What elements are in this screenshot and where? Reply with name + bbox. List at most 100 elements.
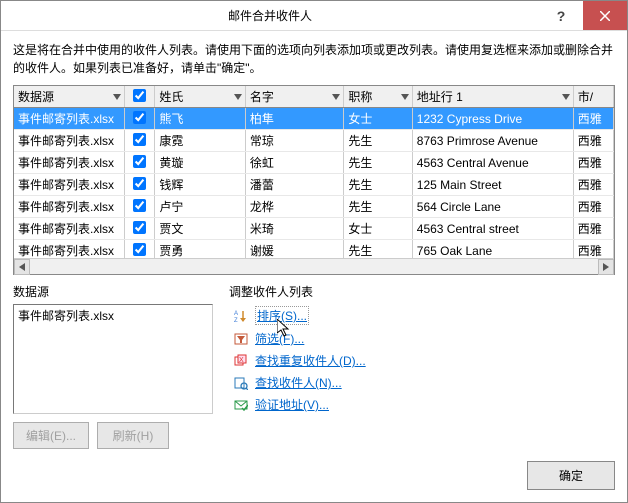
cell-firstname: 米琦 — [245, 218, 344, 240]
dialog-footer: 确定 — [1, 461, 627, 502]
cell-address: 1232 Cypress Drive — [412, 108, 573, 130]
recipient-table: 数据源 姓氏 名字 职称 地址行 1 市/ 事件邮寄列表.xlsx熊飞柏隼女士1… — [14, 86, 614, 258]
row-checkbox[interactable] — [133, 177, 146, 190]
cell-city: 西雅 — [573, 196, 613, 218]
col-header-lastname[interactable]: 姓氏 — [155, 86, 246, 108]
row-checkbox[interactable] — [133, 243, 146, 256]
col-header-firstname[interactable]: 名字 — [245, 86, 344, 108]
filter-action[interactable]: 筛选(F)... — [233, 330, 615, 347]
col-header-source-label: 数据源 — [18, 90, 54, 104]
col-header-source[interactable]: 数据源 — [14, 86, 125, 108]
cell-city: 西雅 — [573, 108, 613, 130]
sort-action[interactable]: AZ 排序(S)... — [233, 306, 615, 325]
table-row[interactable]: 事件邮寄列表.xlsx贾勇谢媛先生765 Oak Lane西雅 — [14, 240, 614, 259]
table-row[interactable]: 事件邮寄列表.xlsx康霓常琼先生8763 Primrose Avenue西雅 — [14, 130, 614, 152]
cell-check — [125, 108, 155, 130]
cell-lastname: 康霓 — [155, 130, 246, 152]
cell-firstname: 常琼 — [245, 130, 344, 152]
cell-source: 事件邮寄列表.xlsx — [14, 108, 125, 130]
table-row[interactable]: 事件邮寄列表.xlsx贾文米琦女士4563 Central street西雅 — [14, 218, 614, 240]
validate-action[interactable]: 验证地址(V)... — [233, 396, 615, 413]
sort-link[interactable]: 排序(S)... — [257, 309, 307, 323]
filter-link[interactable]: 筛选(F)... — [255, 330, 304, 347]
close-button[interactable] — [583, 1, 627, 30]
svg-text:A: A — [234, 311, 238, 317]
dialog-content: 这是将在合并中使用的收件人列表。请使用下面的选项向列表添加项或更改列表。请使用复… — [1, 31, 627, 461]
chevron-down-icon[interactable] — [332, 94, 340, 100]
recipient-grid: 数据源 姓氏 名字 职称 地址行 1 市/ 事件邮寄列表.xlsx熊飞柏隼女士1… — [13, 85, 615, 275]
select-all-checkbox[interactable] — [133, 89, 146, 102]
row-checkbox[interactable] — [133, 199, 146, 212]
col-header-city[interactable]: 市/ — [573, 86, 613, 108]
chevron-down-icon[interactable] — [401, 94, 409, 100]
validate-link[interactable]: 验证地址(V)... — [255, 396, 329, 413]
cell-title: 先生 — [344, 152, 412, 174]
cell-lastname: 贾文 — [155, 218, 246, 240]
description-text: 这是将在合并中使用的收件人列表。请使用下面的选项向列表添加项或更改列表。请使用复… — [13, 41, 615, 77]
ok-button[interactable]: 确定 — [527, 461, 615, 490]
actions-list: AZ 排序(S)... 筛选(F)... X 查找重复收件人(D)... 查找收… — [229, 304, 615, 413]
row-checkbox[interactable] — [133, 155, 146, 168]
cell-firstname: 徐虹 — [245, 152, 344, 174]
scroll-track[interactable] — [30, 259, 598, 274]
chevron-down-icon[interactable] — [562, 94, 570, 100]
col-header-check[interactable] — [125, 86, 155, 108]
cell-address: 564 Circle Lane — [412, 196, 573, 218]
row-checkbox[interactable] — [133, 111, 146, 124]
cell-source: 事件邮寄列表.xlsx — [14, 152, 125, 174]
cell-city: 西雅 — [573, 152, 613, 174]
grid-body: 事件邮寄列表.xlsx熊飞柏隼女士1232 Cypress Drive西雅事件邮… — [14, 108, 614, 259]
cell-source: 事件邮寄列表.xlsx — [14, 240, 125, 259]
cell-address: 125 Main Street — [412, 174, 573, 196]
sort-icon: AZ — [233, 308, 249, 324]
validate-icon — [233, 397, 249, 413]
data-source-item[interactable]: 事件邮寄列表.xlsx — [18, 307, 208, 324]
table-row[interactable]: 事件邮寄列表.xlsx熊飞柏隼女士1232 Cypress Drive西雅 — [14, 108, 614, 130]
cell-address: 4563 Central Avenue — [412, 152, 573, 174]
cell-check — [125, 196, 155, 218]
table-row[interactable]: 事件邮寄列表.xlsx卢宁龙桦先生564 Circle Lane西雅 — [14, 196, 614, 218]
filter-icon — [233, 331, 249, 347]
refresh-button[interactable]: 刷新(H) — [97, 422, 169, 449]
svg-text:X: X — [239, 357, 244, 364]
cell-firstname: 潘蕾 — [245, 174, 344, 196]
col-header-city-label: 市/ — [578, 90, 593, 104]
scroll-left-button[interactable] — [14, 259, 30, 275]
chevron-down-icon[interactable] — [113, 94, 121, 100]
find-duplicates-link[interactable]: 查找重复收件人(D)... — [255, 352, 366, 369]
table-row[interactable]: 事件邮寄列表.xlsx钱辉潘蕾先生125 Main Street西雅 — [14, 174, 614, 196]
titlebar: 邮件合并收件人 ? — [1, 1, 627, 31]
data-source-label: 数据源 — [13, 283, 213, 300]
row-checkbox[interactable] — [133, 133, 146, 146]
find-duplicates-action[interactable]: X 查找重复收件人(D)... — [233, 352, 615, 369]
cell-title: 女士 — [344, 108, 412, 130]
cell-address: 8763 Primrose Avenue — [412, 130, 573, 152]
find-icon — [233, 375, 249, 391]
cell-city: 西雅 — [573, 240, 613, 259]
help-button[interactable]: ? — [539, 1, 583, 30]
edit-button[interactable]: 编辑(E)... — [13, 422, 89, 449]
cell-city: 西雅 — [573, 218, 613, 240]
col-header-title-label: 职称 — [348, 90, 372, 104]
col-header-address[interactable]: 地址行 1 — [412, 86, 573, 108]
dialog-window: 邮件合并收件人 ? 这是将在合并中使用的收件人列表。请使用下面的选项向列表添加项… — [0, 0, 628, 503]
cell-check — [125, 174, 155, 196]
find-recipient-link[interactable]: 查找收件人(N)... — [255, 374, 342, 391]
chevron-down-icon[interactable] — [234, 94, 242, 100]
cell-check — [125, 218, 155, 240]
col-header-title[interactable]: 职称 — [344, 86, 412, 108]
svg-text:Z: Z — [234, 318, 238, 323]
data-source-list[interactable]: 事件邮寄列表.xlsx — [13, 304, 213, 414]
data-source-buttons: 编辑(E)... 刷新(H) — [13, 422, 213, 449]
cell-source: 事件邮寄列表.xlsx — [14, 174, 125, 196]
close-icon — [600, 11, 610, 21]
row-checkbox[interactable] — [133, 221, 146, 234]
cell-source: 事件邮寄列表.xlsx — [14, 196, 125, 218]
cell-address: 765 Oak Lane — [412, 240, 573, 259]
find-recipient-action[interactable]: 查找收件人(N)... — [233, 374, 615, 391]
scroll-right-button[interactable] — [598, 259, 614, 275]
horizontal-scrollbar[interactable] — [14, 258, 614, 274]
table-row[interactable]: 事件邮寄列表.xlsx黄璇徐虹先生4563 Central Avenue西雅 — [14, 152, 614, 174]
cell-city: 西雅 — [573, 130, 613, 152]
cell-check — [125, 152, 155, 174]
